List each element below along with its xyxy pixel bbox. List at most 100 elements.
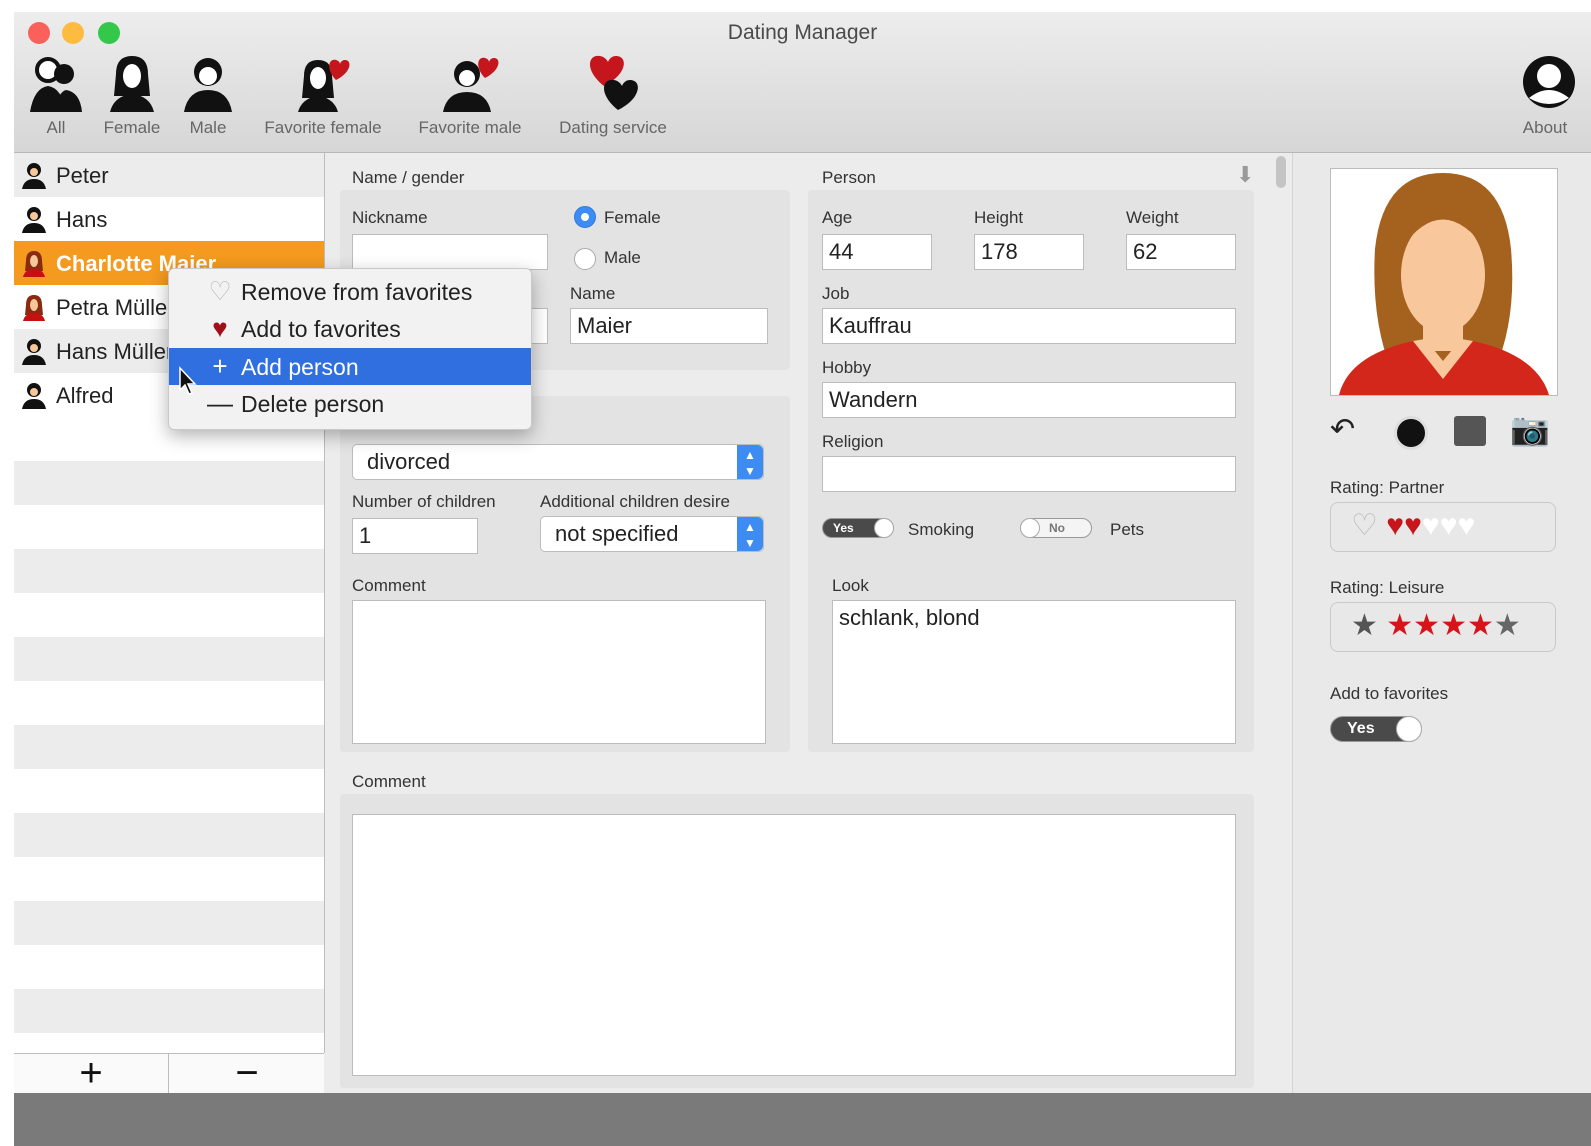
star-filled-icon[interactable]: ★	[1386, 609, 1413, 642]
rating-leisure-control[interactable]: ★ ★★★★★	[1330, 602, 1556, 652]
context-menu: ♡ Remove from favorites ♥ Add to favorit…	[168, 268, 532, 430]
female-person-icon	[23, 295, 45, 321]
remove-person-button[interactable]: −	[170, 1053, 324, 1094]
toolbar-all-button[interactable]: All	[24, 52, 88, 138]
star-filled-icon[interactable]: ★	[1440, 609, 1467, 642]
weight-label: Weight	[1126, 208, 1179, 227]
job-label: Job	[822, 284, 850, 303]
list-item-label: Petra Müller	[56, 295, 175, 320]
nickname-label: Nickname	[352, 208, 428, 227]
list-empty-row	[14, 989, 324, 1033]
toolbar-favorite-female-label: Favorite female	[264, 118, 382, 137]
bottom-comment-field[interactable]	[352, 814, 1236, 1076]
male-person-icon	[22, 207, 46, 233]
camera-icon[interactable]: 📷	[1510, 410, 1550, 448]
female-radio[interactable]	[574, 206, 596, 228]
hobby-field[interactable]: Wandern	[822, 382, 1236, 418]
height-field[interactable]: 178	[974, 234, 1084, 270]
updown-arrow-icon: ▲ ▼	[737, 445, 763, 479]
marital-status-select[interactable]: divorced ▲ ▼	[352, 444, 764, 480]
male-radio[interactable]	[574, 248, 596, 270]
nickname-field[interactable]	[352, 234, 548, 270]
heart-filled-icon[interactable]: ♥	[1386, 509, 1404, 542]
menu-item-add-to-favorites[interactable]: ♥ Add to favorites	[169, 310, 531, 347]
religion-label: Religion	[822, 432, 884, 451]
family-comment-field[interactable]	[352, 600, 766, 744]
plus-icon: +	[212, 351, 228, 381]
rating-partner-label: Rating: Partner	[1330, 478, 1445, 497]
heart-empty-icon[interactable]: ♥	[1458, 509, 1476, 542]
pets-toggle-value: No	[1049, 521, 1065, 535]
toolbar-favorite-male-button[interactable]: Favorite male	[406, 52, 534, 138]
toolbar-dating-service-button[interactable]: Dating service	[544, 52, 682, 138]
filmstrip-icon[interactable]	[1454, 416, 1486, 446]
minus-icon: —	[207, 388, 233, 418]
toolbar-favorite-female-button[interactable]: Favorite female	[250, 52, 396, 138]
list-item-peter[interactable]: Peter	[14, 153, 324, 197]
favorites-toggle[interactable]: Yes	[1330, 716, 1422, 742]
list-empty-row	[14, 813, 324, 857]
clear-rating-heart-icon[interactable]: ♡	[1351, 509, 1378, 542]
children-label: Number of children	[352, 492, 496, 511]
toolbar-about-button[interactable]: About	[1510, 52, 1580, 138]
weight-field[interactable]: 62	[1126, 234, 1236, 270]
toggle-knob	[1396, 716, 1422, 742]
toolbar-male-button[interactable]: Male	[178, 52, 238, 138]
name-field[interactable]: Maier	[570, 308, 768, 344]
list-empty-row	[14, 637, 324, 681]
person-header: Person	[822, 168, 876, 187]
app-window: Dating Manager All Female Male Favorite …	[14, 12, 1591, 1146]
list-empty-row	[14, 461, 324, 505]
clear-rating-star-icon[interactable]: ★	[1351, 609, 1378, 642]
heart-empty-icon[interactable]: ♥	[1440, 509, 1458, 542]
female-radio-label: Female	[604, 208, 661, 227]
vertical-scrollbar[interactable]	[1276, 156, 1286, 188]
sort-arrow-icon[interactable]: ⬇	[1236, 162, 1254, 188]
children-field[interactable]: 1	[352, 518, 478, 554]
color-dot-icon[interactable]	[1394, 416, 1428, 450]
star-filled-icon[interactable]: ★	[1413, 609, 1440, 642]
male-radio-label: Male	[604, 248, 641, 267]
menu-item-delete-person[interactable]: — Delete person	[169, 385, 531, 422]
updown-arrow-icon: ▲ ▼	[737, 517, 763, 551]
toggle-knob	[1020, 518, 1040, 538]
heart-outline-icon: ♡	[208, 276, 232, 306]
person-photo[interactable]	[1330, 168, 1558, 396]
list-empty-row	[14, 549, 324, 593]
female-person-icon	[23, 251, 45, 277]
toolbar-all-label: All	[46, 118, 66, 137]
list-item-hans[interactable]: Hans	[14, 197, 324, 241]
job-field[interactable]: Kauffrau	[822, 308, 1236, 344]
toolbar-female-label: Female	[103, 118, 161, 137]
star-filled-icon[interactable]: ★	[1467, 609, 1494, 642]
height-label: Height	[974, 208, 1024, 227]
heart-filled-icon[interactable]: ♥	[1404, 509, 1422, 542]
age-label: Age	[822, 208, 853, 227]
list-empty-row	[14, 725, 324, 769]
group-icon	[30, 57, 82, 112]
smoking-toggle[interactable]: Yes	[822, 518, 894, 538]
toolbar-female-button[interactable]: Female	[96, 52, 168, 138]
rotate-photo-icon[interactable]: ↶	[1330, 412, 1355, 447]
children-desire-value: not specified	[555, 521, 679, 546]
pets-toggle[interactable]: No	[1020, 518, 1092, 538]
add-person-button[interactable]: +	[14, 1053, 169, 1094]
male-person-icon	[22, 383, 46, 409]
age-field[interactable]: 44	[822, 234, 932, 270]
hobby-label: Hobby	[822, 358, 872, 377]
pets-label: Pets	[1110, 520, 1145, 539]
heart-empty-icon[interactable]: ♥	[1422, 509, 1440, 542]
family-comment-label: Comment	[352, 576, 426, 595]
menu-item-remove-from-favorites[interactable]: ♡ Remove from favorites	[169, 273, 531, 310]
menu-item-add-person[interactable]: + Add person	[169, 348, 531, 385]
two-hearts-icon	[590, 55, 638, 110]
star-icon[interactable]: ★	[1494, 609, 1521, 642]
children-desire-select[interactable]: not specified ▲ ▼	[540, 516, 764, 552]
mouse-cursor-icon	[179, 366, 197, 395]
religion-field[interactable]	[822, 456, 1236, 492]
female-icon	[110, 56, 154, 112]
rating-partner-control[interactable]: ♡ ♥♥♥♥♥	[1330, 502, 1556, 552]
look-field[interactable]: schlank, blond	[832, 600, 1236, 744]
bottom-comment-label: Comment	[352, 772, 426, 791]
rating-leisure-label: Rating: Leisure	[1330, 578, 1445, 597]
